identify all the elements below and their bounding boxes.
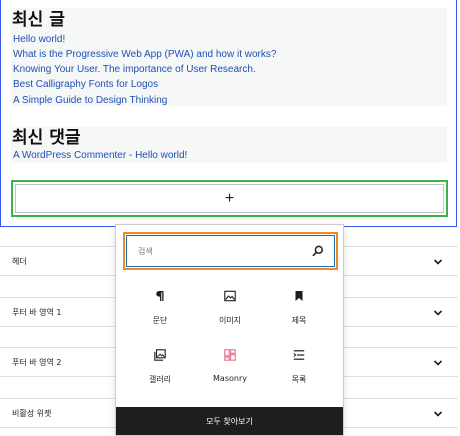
recent-post-link[interactable]: Hello world! <box>13 33 65 46</box>
block-label: Masonry <box>213 374 247 383</box>
search-icon[interactable] <box>311 244 325 258</box>
gallery-icon <box>154 349 166 361</box>
block-inserter-popover: 문단 이미지 제목 갤러리 <box>115 224 344 436</box>
recent-posts-block[interactable]: 최신 글 Hello world! What is the Progressiv… <box>11 8 447 106</box>
recent-posts-heading: 최신 글 <box>12 10 65 30</box>
paragraph-icon <box>156 291 164 301</box>
block-appender-button[interactable]: + <box>11 180 448 217</box>
recent-comments-block[interactable]: 최신 댓글 A WordPress Commenter - Hello worl… <box>11 127 447 163</box>
chevron-down-icon <box>433 360 443 366</box>
panel-label: 비활성 위젯 <box>12 409 52 418</box>
widget-area: 최신 글 Hello world! What is the Progressiv… <box>0 0 457 227</box>
recent-post-link[interactable]: Best Calligraphy Fonts for Logos <box>13 78 158 91</box>
chevron-down-icon <box>433 310 443 316</box>
list-icon <box>293 350 305 360</box>
block-label: 목록 <box>291 375 307 384</box>
panel-label: 푸터 바 영역 1 <box>12 308 62 317</box>
bookmark-icon <box>295 291 303 301</box>
chevron-down-icon <box>433 259 443 265</box>
block-option-list[interactable]: 목록 <box>264 341 334 391</box>
recent-post-link[interactable]: What is the Progressive Web App (PWA) an… <box>13 48 276 61</box>
block-label: 제목 <box>291 316 307 325</box>
panel-label: 헤더 <box>12 257 27 266</box>
plus-icon: + <box>224 189 235 207</box>
block-appender-inner[interactable]: + <box>15 184 444 213</box>
block-option-paragraph[interactable]: 문단 <box>125 282 195 332</box>
block-label: 이미지 <box>218 316 242 325</box>
masonry-grid-icon <box>224 349 236 361</box>
block-option-masonry[interactable]: Masonry <box>195 341 265 391</box>
block-option-gallery[interactable]: 갤러리 <box>125 341 195 391</box>
block-option-heading[interactable]: 제목 <box>264 282 334 332</box>
recent-comment-link[interactable]: A WordPress Commenter - Hello world! <box>13 149 187 162</box>
block-label: 갤러리 <box>148 375 172 384</box>
search-highlight <box>123 232 338 270</box>
block-label: 문단 <box>152 316 168 325</box>
block-option-image[interactable]: 이미지 <box>195 282 265 332</box>
browse-all-button[interactable]: 모두 찾아보기 <box>116 407 343 435</box>
panel-label: 푸터 바 영역 2 <box>12 358 62 367</box>
recent-post-link[interactable]: Knowing Your User. The importance of Use… <box>13 63 256 76</box>
search-box[interactable] <box>126 235 335 267</box>
recent-comments-heading: 최신 댓글 <box>12 128 81 148</box>
chevron-down-icon <box>433 411 443 417</box>
image-icon <box>224 290 236 302</box>
recent-post-link[interactable]: A Simple Guide to Design Thinking <box>13 94 167 107</box>
block-search-input[interactable] <box>127 236 311 266</box>
